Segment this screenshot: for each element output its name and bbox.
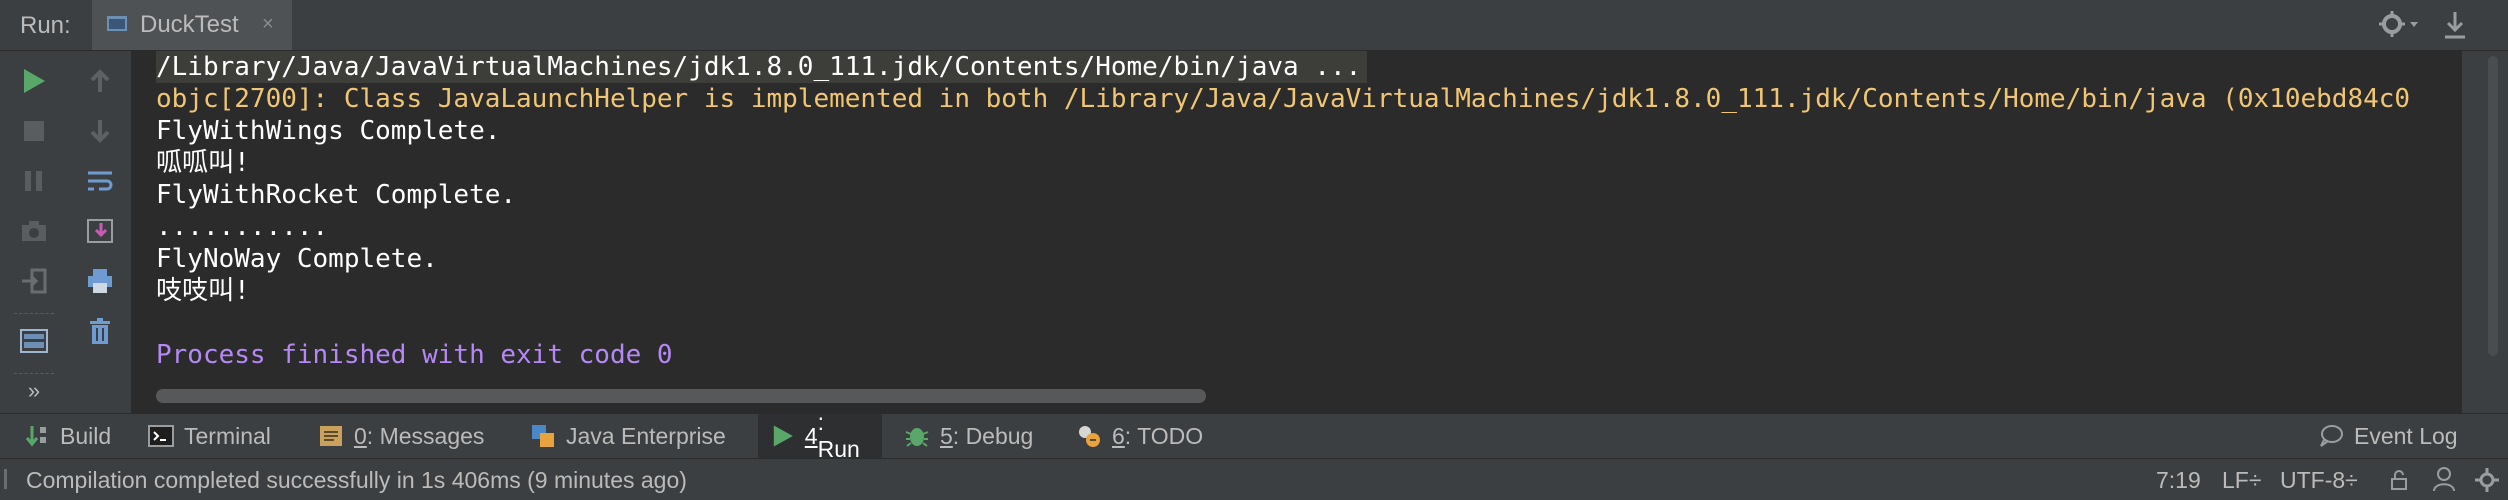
run-label: Run: [20, 12, 71, 39]
restore-layout-button[interactable] [14, 321, 54, 361]
tab-messages-label: : Messages [366, 422, 485, 449]
soft-wrap-button[interactable] [80, 161, 120, 201]
horizontal-scrollbar[interactable] [156, 389, 2446, 403]
console-right-gutter [2462, 51, 2508, 413]
console-output-line: FlyWithWings Complete. [156, 116, 501, 146]
tab-messages-mnemonic: 0 [354, 422, 367, 449]
tab-debug[interactable]: 5: Debug [892, 414, 1045, 458]
console-command-line[interactable]: /Library/Java/JavaVirtualMachines/jdk1.8… [156, 51, 1368, 83]
tab-build[interactable]: Build [12, 414, 123, 458]
more-actions-icon[interactable]: » [14, 371, 54, 411]
tab-java-enterprise-label: Java Enterprise [566, 422, 726, 449]
console-warning-line: objc[2700]: Class JavaLaunchHelper is im… [156, 84, 2411, 114]
print-button[interactable] [80, 261, 120, 301]
run-config-tab[interactable]: DuckTest × [92, 0, 292, 50]
arrow-up-icon [90, 69, 110, 92]
bug-icon [905, 428, 929, 447]
memory-indicator-icon[interactable] [2474, 467, 2500, 493]
exit-button[interactable] [14, 261, 54, 301]
scroll-to-end-icon [87, 219, 113, 243]
caret-position[interactable]: 7:19 [2156, 467, 2201, 494]
close-tab-icon[interactable]: × [262, 13, 274, 36]
tab-run[interactable]: 4: Run [758, 409, 882, 462]
java-enterprise-icon [532, 425, 554, 447]
vertical-scrollbar[interactable] [2488, 56, 2498, 356]
tab-event-log[interactable]: Event Log [2306, 414, 2470, 458]
tab-todo[interactable]: 6: TODO [1064, 414, 1215, 458]
run-icon [773, 425, 793, 447]
status-bar: Compilation completed successfully in 1s… [0, 459, 2508, 500]
gear-icon[interactable] [2376, 8, 2422, 40]
next-occurrence-button[interactable] [80, 111, 120, 151]
run-toolbar-secondary [68, 51, 132, 413]
tab-messages[interactable]: 0: Messages [306, 414, 496, 458]
stop-icon [24, 121, 44, 141]
dump-threads-button[interactable] [14, 211, 54, 251]
tab-run-label: : Run [817, 409, 860, 462]
clear-all-button[interactable] [80, 311, 120, 351]
console-output[interactable]: /Library/Java/JavaVirtualMachines/jdk1.8… [132, 51, 2462, 413]
console-output-line: 呱呱叫! [156, 148, 250, 178]
camera-icon [22, 221, 46, 241]
tab-debug-label: : Debug [952, 422, 1034, 449]
tool-window-bar: Build Terminal 0: Messages Java Enterpri… [0, 409, 2508, 462]
exit-icon [22, 268, 47, 294]
console-output-line: ........... [156, 212, 329, 242]
terminal-icon [148, 425, 174, 447]
console-tab-icon [107, 16, 127, 31]
tab-debug-mnemonic: 5 [940, 422, 953, 449]
tab-todo-label: : TODO [1124, 422, 1204, 449]
scroll-to-end-button[interactable] [80, 211, 120, 251]
pause-icon [25, 171, 42, 191]
tab-terminal[interactable]: Terminal [136, 414, 283, 458]
layout-icon [20, 329, 48, 353]
rerun-icon [24, 69, 45, 93]
stop-button[interactable] [14, 111, 54, 151]
inspector-icon[interactable] [2430, 465, 2458, 493]
hide-panel-icon[interactable] [2440, 8, 2470, 42]
tab-build-label: Build [60, 422, 112, 449]
build-icon [25, 426, 46, 447]
horizontal-scrollbar-thumb[interactable] [156, 389, 1206, 403]
todo-icon [1079, 426, 1100, 447]
trash-icon [90, 318, 110, 344]
console-output-line: FlyNoWay Complete. [156, 244, 438, 274]
speech-bubble-icon [2320, 425, 2343, 447]
tab-terminal-label: Terminal [184, 422, 271, 449]
arrow-down-icon [90, 120, 110, 143]
console-output-line: FlyWithRocket Complete. [156, 180, 517, 210]
soft-wrap-icon [88, 171, 113, 191]
rerun-button[interactable] [14, 61, 54, 101]
process-exit-line: Process finished with exit code 0 [156, 340, 673, 370]
lock-icon[interactable] [2388, 469, 2410, 491]
line-separator-selector[interactable]: LF÷ [2222, 467, 2261, 494]
tab-java-enterprise[interactable]: Java Enterprise [518, 414, 738, 458]
previous-occurrence-button[interactable] [80, 61, 120, 101]
run-tab-title: DuckTest [140, 11, 239, 38]
status-bar-edge [4, 469, 7, 489]
run-toolbar-primary: » [0, 51, 68, 413]
tab-todo-mnemonic: 6 [1112, 422, 1125, 449]
pause-output-button[interactable] [14, 161, 54, 201]
tab-run-mnemonic: 4 [804, 422, 818, 449]
status-message[interactable]: Compilation completed successfully in 1s… [26, 467, 687, 494]
run-tool-window-header: Run: DuckTest × [0, 0, 2508, 51]
tab-event-log-label: Event Log [2354, 422, 2458, 449]
messages-icon [320, 426, 342, 446]
print-icon [88, 269, 112, 293]
console-output-line: 吱吱叫! [156, 276, 250, 306]
encoding-selector[interactable]: UTF-8÷ [2280, 467, 2358, 494]
